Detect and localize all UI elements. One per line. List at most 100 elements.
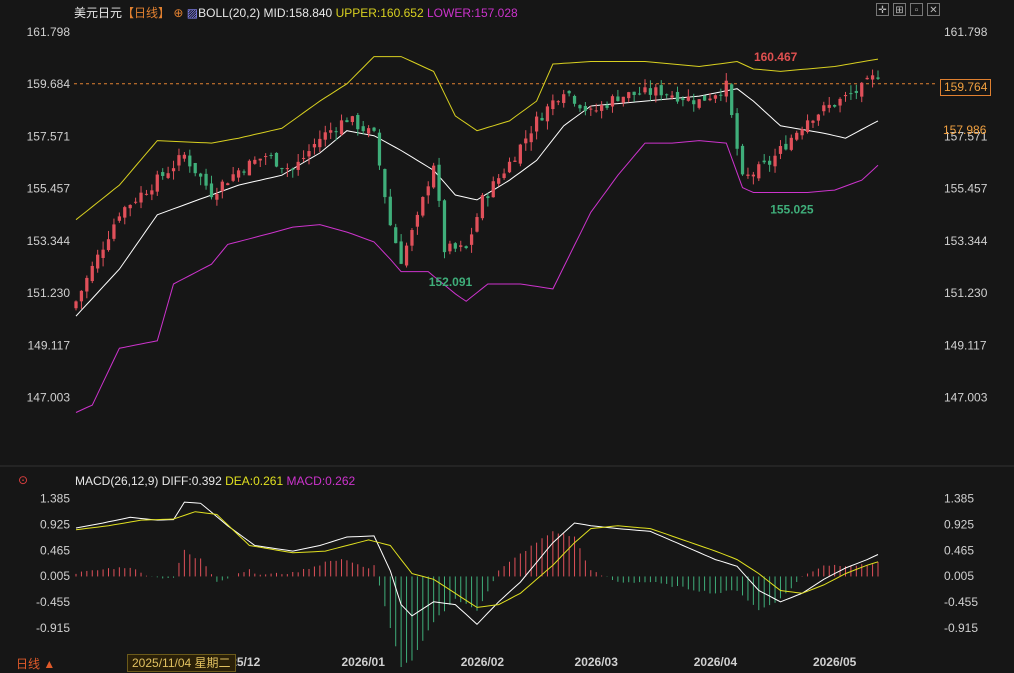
candle-body xyxy=(231,174,235,181)
price-axis-label-left: 151.230 xyxy=(27,286,71,300)
candle-body xyxy=(133,201,138,203)
candle-body xyxy=(735,113,739,149)
settings-icon[interactable]: ⊕ xyxy=(173,6,183,20)
candle-body xyxy=(702,95,707,101)
period-switch[interactable]: 日线 ▲ xyxy=(16,655,55,672)
date-axis-label: 2026/05 xyxy=(813,655,857,669)
candle-body xyxy=(513,160,517,162)
candle-body xyxy=(177,155,181,166)
candle-body xyxy=(480,195,485,219)
macd-axis-label-right: 0.005 xyxy=(944,569,974,583)
candle-body xyxy=(96,254,100,269)
candle-body xyxy=(448,243,452,252)
price-axis-label-right: 155.457 xyxy=(944,182,988,196)
date-axis-label: 2026/02 xyxy=(461,655,505,669)
candle-body xyxy=(600,105,604,111)
price-axis-label-right: 147.003 xyxy=(944,391,988,405)
candle-body xyxy=(529,133,533,143)
candle-body xyxy=(421,197,425,216)
macd-axis-label-left: -0.915 xyxy=(36,621,70,635)
candle-body xyxy=(746,174,750,176)
date-axis-label: 2026/01 xyxy=(342,655,386,669)
candle-body xyxy=(128,204,132,209)
candle-body xyxy=(491,181,495,198)
price-axis-label-right: 161.798 xyxy=(944,25,988,39)
boll-mid-line xyxy=(75,88,879,317)
low-annotation-1: 152.091 xyxy=(429,275,473,289)
candle-body xyxy=(762,160,766,163)
candle-body xyxy=(773,155,777,167)
macd-axis-label-right: 0.925 xyxy=(944,517,974,531)
candle-body xyxy=(822,105,826,112)
chart-canvas[interactable]: 160.467 152.091 155.025 161.798 161.798 159.… xyxy=(0,0,1014,673)
boll-label[interactable]: BOLL(20,2) xyxy=(198,6,260,20)
fullscreen-icon[interactable]: ✛ xyxy=(876,3,889,16)
candle-body xyxy=(361,126,365,132)
candle-body xyxy=(464,246,468,249)
candle-body xyxy=(778,146,783,154)
high-annotation: 160.467 xyxy=(754,50,798,64)
candle-body xyxy=(345,120,349,123)
expand-icon[interactable]: ⊞ xyxy=(893,3,906,16)
candle-body xyxy=(589,108,593,110)
candle-body xyxy=(751,174,755,177)
minimize-icon[interactable]: ▫ xyxy=(910,3,923,16)
candle-body xyxy=(876,77,880,79)
candle-body xyxy=(318,138,322,148)
macd-axis-label-right: -0.455 xyxy=(944,595,978,609)
candle-body xyxy=(242,171,246,173)
price-axis-label-right: 149.117 xyxy=(944,338,987,352)
candle-body xyxy=(171,168,176,172)
price-axis-label-left: 147.003 xyxy=(27,391,71,405)
candle-body xyxy=(296,161,300,170)
candle-body xyxy=(507,161,512,173)
candle-body xyxy=(285,168,289,170)
candle-body xyxy=(827,104,831,108)
candle-body xyxy=(144,193,149,195)
candle-body xyxy=(301,157,306,159)
main-header: 美元日元【日线】 ⊕ ▨BOLL(20,2) MID:158.840 UPPER… xyxy=(74,4,518,21)
macd-label[interactable]: MACD(26,12,9) xyxy=(75,474,158,488)
macd-axis-label-left: 0.005 xyxy=(40,569,70,583)
candle-body xyxy=(816,114,821,121)
macd-diff: DIFF:0.392 xyxy=(161,474,222,488)
candle-body xyxy=(843,94,848,97)
candle-body xyxy=(307,151,311,157)
macd-settings-icon[interactable]: ⊙ xyxy=(18,473,28,487)
candle-body xyxy=(247,160,252,176)
candle-body xyxy=(394,227,398,244)
candle-body xyxy=(605,105,609,108)
macd-dea: DEA:0.261 xyxy=(225,474,284,488)
candle-body xyxy=(117,216,121,221)
candle-body xyxy=(453,243,457,249)
close-icon[interactable]: ✕ xyxy=(927,3,940,16)
candle-body xyxy=(524,138,528,144)
candle-body xyxy=(193,163,197,174)
candle-body xyxy=(540,117,544,121)
candle-body xyxy=(637,93,642,95)
candle-body xyxy=(459,245,463,247)
price-axis-label-left: 155.457 xyxy=(27,182,71,196)
candle-body xyxy=(757,164,761,179)
candle-body xyxy=(518,144,522,164)
candle-body xyxy=(388,196,392,226)
candle-body xyxy=(383,169,387,198)
candle-body xyxy=(123,207,127,218)
candle-body xyxy=(497,178,501,184)
candle-body xyxy=(545,106,550,122)
macd-axis-label-left: -0.455 xyxy=(36,595,70,609)
mid-price-tag: 157.986 xyxy=(943,123,987,137)
candle-body xyxy=(437,164,441,201)
candle-body xyxy=(166,173,170,178)
symbol-label: 美元日元 xyxy=(74,6,123,20)
candle-body xyxy=(415,214,420,227)
macd-value: MACD:0.262 xyxy=(286,474,356,488)
boll-upper-line xyxy=(75,56,879,221)
candle-body xyxy=(350,116,354,122)
period-tag[interactable]: 【日线】 xyxy=(122,6,170,20)
candle-body xyxy=(865,77,869,80)
candle-body xyxy=(805,120,810,133)
boll-indicator-icon: ▨ xyxy=(186,6,199,20)
candle-body xyxy=(155,174,159,192)
candle-body xyxy=(692,100,696,105)
